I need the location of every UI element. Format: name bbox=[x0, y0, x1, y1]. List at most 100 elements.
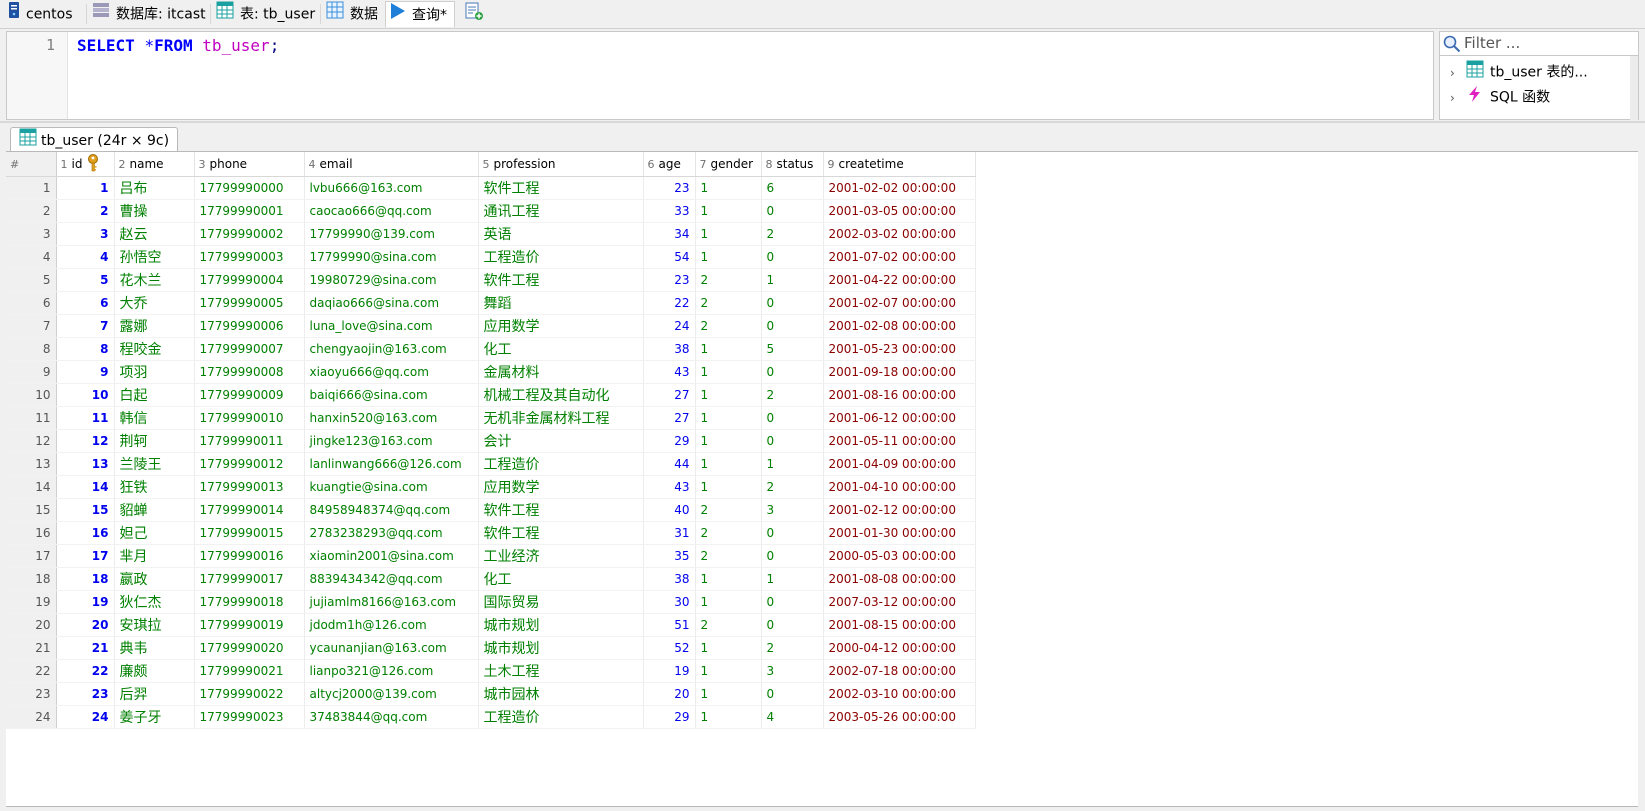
cell-id[interactable]: 6 bbox=[56, 291, 115, 315]
cell-gender[interactable]: 1 bbox=[695, 452, 762, 476]
cell-profession[interactable]: 软件工程 bbox=[478, 176, 644, 200]
cell-id[interactable]: 10 bbox=[56, 383, 115, 407]
column-header-phone[interactable]: 3 phone bbox=[194, 152, 305, 177]
cell-id[interactable]: 21 bbox=[56, 636, 115, 660]
table-row[interactable]: 7 7 露娜 17799990006 luna_love@sina.com 应用数学 24 2… bbox=[6, 314, 976, 338]
cell-id[interactable]: 15 bbox=[56, 498, 115, 522]
row-number[interactable]: 24 bbox=[6, 705, 57, 729]
column-header-createtime[interactable]: 9 createtime bbox=[823, 152, 976, 177]
cell-profession[interactable]: 应用数学 bbox=[478, 314, 644, 338]
cell-phone[interactable]: 17799990017 bbox=[194, 567, 305, 591]
cell-gender[interactable]: 1 bbox=[695, 475, 762, 499]
cell-phone[interactable]: 17799990018 bbox=[194, 590, 305, 614]
table-row[interactable]: 13 13 兰陵王 17799990012 lanlinwang666@126.com 工… bbox=[6, 452, 976, 476]
cell-createtime[interactable]: 2002-03-02 00:00:00 bbox=[823, 222, 976, 246]
cell-status[interactable]: 0 bbox=[761, 521, 824, 545]
cell-email[interactable]: lvbu666@163.com bbox=[304, 176, 479, 200]
row-number[interactable]: 14 bbox=[6, 475, 57, 499]
cell-email[interactable]: daqiao666@sina.com bbox=[304, 291, 479, 315]
cell-status[interactable]: 0 bbox=[761, 199, 824, 223]
cell-age[interactable]: 30 bbox=[643, 590, 696, 614]
cell-createtime[interactable]: 2007-03-12 00:00:00 bbox=[823, 590, 976, 614]
cell-createtime[interactable]: 2001-02-12 00:00:00 bbox=[823, 498, 976, 522]
cell-email[interactable]: altycj2000@139.com bbox=[304, 682, 479, 706]
cell-phone[interactable]: 17799990013 bbox=[194, 475, 305, 499]
cell-profession[interactable]: 国际贸易 bbox=[478, 590, 644, 614]
cell-status[interactable]: 0 bbox=[761, 682, 824, 706]
cell-name[interactable]: 后羿 bbox=[114, 682, 195, 706]
cell-age[interactable]: 29 bbox=[643, 705, 696, 729]
table-row[interactable]: 9 9 项羽 17799990008 xiaoyu666@qq.com 金属材料 43 1 0 2… bbox=[6, 360, 976, 384]
cell-age[interactable]: 34 bbox=[643, 222, 696, 246]
cell-status[interactable]: 0 bbox=[761, 360, 824, 384]
cell-id[interactable]: 17 bbox=[56, 544, 115, 568]
cell-gender[interactable]: 2 bbox=[695, 268, 762, 292]
row-number[interactable]: 7 bbox=[6, 314, 57, 338]
cell-status[interactable]: 2 bbox=[761, 383, 824, 407]
cell-createtime[interactable]: 2001-04-09 00:00:00 bbox=[823, 452, 976, 476]
cell-status[interactable]: 4 bbox=[761, 705, 824, 729]
cell-status[interactable]: 0 bbox=[761, 291, 824, 315]
cell-email[interactable]: 8839434342@qq.com bbox=[304, 567, 479, 591]
cell-age[interactable]: 38 bbox=[643, 567, 696, 591]
cell-email[interactable]: caocao666@qq.com bbox=[304, 199, 479, 223]
cell-gender[interactable]: 2 bbox=[695, 498, 762, 522]
table-row[interactable]: 15 15 貂蝉 17799990014 84958948374@qq.com 软件工程 4… bbox=[6, 498, 976, 522]
cell-gender[interactable]: 2 bbox=[695, 291, 762, 315]
cell-name[interactable]: 廉颇 bbox=[114, 659, 195, 683]
cell-id[interactable]: 4 bbox=[56, 245, 115, 269]
cell-gender[interactable]: 1 bbox=[695, 659, 762, 683]
cell-phone[interactable]: 17799990004 bbox=[194, 268, 305, 292]
cell-age[interactable]: 24 bbox=[643, 314, 696, 338]
row-number[interactable]: 6 bbox=[6, 291, 57, 315]
row-number[interactable]: 20 bbox=[6, 613, 57, 637]
cell-phone[interactable]: 17799990022 bbox=[194, 682, 305, 706]
cell-id[interactable]: 8 bbox=[56, 337, 115, 361]
tab-server-centos[interactable]: centos bbox=[4, 1, 84, 27]
cell-email[interactable]: 17799990@139.com bbox=[304, 222, 479, 246]
tab-table-tb-user[interactable]: 表: tb_user bbox=[212, 1, 320, 27]
row-number[interactable]: 1 bbox=[6, 176, 57, 200]
cell-name[interactable]: 狂铁 bbox=[114, 475, 195, 499]
filter-input[interactable] bbox=[1464, 34, 1634, 52]
cell-email[interactable]: jingke123@163.com bbox=[304, 429, 479, 453]
row-number[interactable]: 23 bbox=[6, 682, 57, 706]
row-number[interactable]: 9 bbox=[6, 360, 57, 384]
cell-id[interactable]: 16 bbox=[56, 521, 115, 545]
helper-item-sql-functions[interactable]: › SQL 函数 bbox=[1450, 85, 1550, 107]
table-row[interactable]: 3 3 赵云 17799990002 17799990@139.com 英语 34 1 2 200… bbox=[6, 222, 976, 246]
cell-gender[interactable]: 2 bbox=[695, 314, 762, 338]
cell-createtime[interactable]: 2001-07-02 00:00:00 bbox=[823, 245, 976, 269]
cell-profession[interactable]: 工业经济 bbox=[478, 544, 644, 568]
column-header-age[interactable]: 6 age bbox=[643, 152, 696, 177]
cell-email[interactable]: 84958948374@qq.com bbox=[304, 498, 479, 522]
cell-age[interactable]: 51 bbox=[643, 613, 696, 637]
cell-phone[interactable]: 17799990008 bbox=[194, 360, 305, 384]
cell-createtime[interactable]: 2001-03-05 00:00:00 bbox=[823, 199, 976, 223]
row-number[interactable]: 12 bbox=[6, 429, 57, 453]
helper-scrollbar[interactable] bbox=[1630, 56, 1638, 120]
cell-status[interactable]: 1 bbox=[761, 268, 824, 292]
cell-name[interactable]: 貂蝉 bbox=[114, 498, 195, 522]
cell-name[interactable]: 曹操 bbox=[114, 199, 195, 223]
table-row[interactable]: 5 5 花木兰 17799990004 19980729@sina.com 软件工程 23 2… bbox=[6, 268, 976, 292]
table-row[interactable]: 11 11 韩信 17799990010 hanxin520@163.com 无机非金属材… bbox=[6, 406, 976, 430]
cell-phone[interactable]: 17799990006 bbox=[194, 314, 305, 338]
row-number[interactable]: 10 bbox=[6, 383, 57, 407]
cell-profession[interactable]: 城市园林 bbox=[478, 682, 644, 706]
row-number[interactable]: 15 bbox=[6, 498, 57, 522]
cell-phone[interactable]: 17799990003 bbox=[194, 245, 305, 269]
cell-email[interactable]: 2783238293@qq.com bbox=[304, 521, 479, 545]
cell-id[interactable]: 12 bbox=[56, 429, 115, 453]
cell-email[interactable]: kuangtie@sina.com bbox=[304, 475, 479, 499]
cell-status[interactable]: 6 bbox=[761, 176, 824, 200]
cell-profession[interactable]: 金属材料 bbox=[478, 360, 644, 384]
cell-age[interactable]: 54 bbox=[643, 245, 696, 269]
cell-name[interactable]: 韩信 bbox=[114, 406, 195, 430]
cell-profession[interactable]: 城市规划 bbox=[478, 613, 644, 637]
cell-status[interactable]: 5 bbox=[761, 337, 824, 361]
cell-gender[interactable]: 1 bbox=[695, 199, 762, 223]
cell-profession[interactable]: 工程造价 bbox=[478, 245, 644, 269]
tab-data[interactable]: 数据 bbox=[322, 1, 384, 27]
cell-createtime[interactable]: 2003-05-26 00:00:00 bbox=[823, 705, 976, 729]
